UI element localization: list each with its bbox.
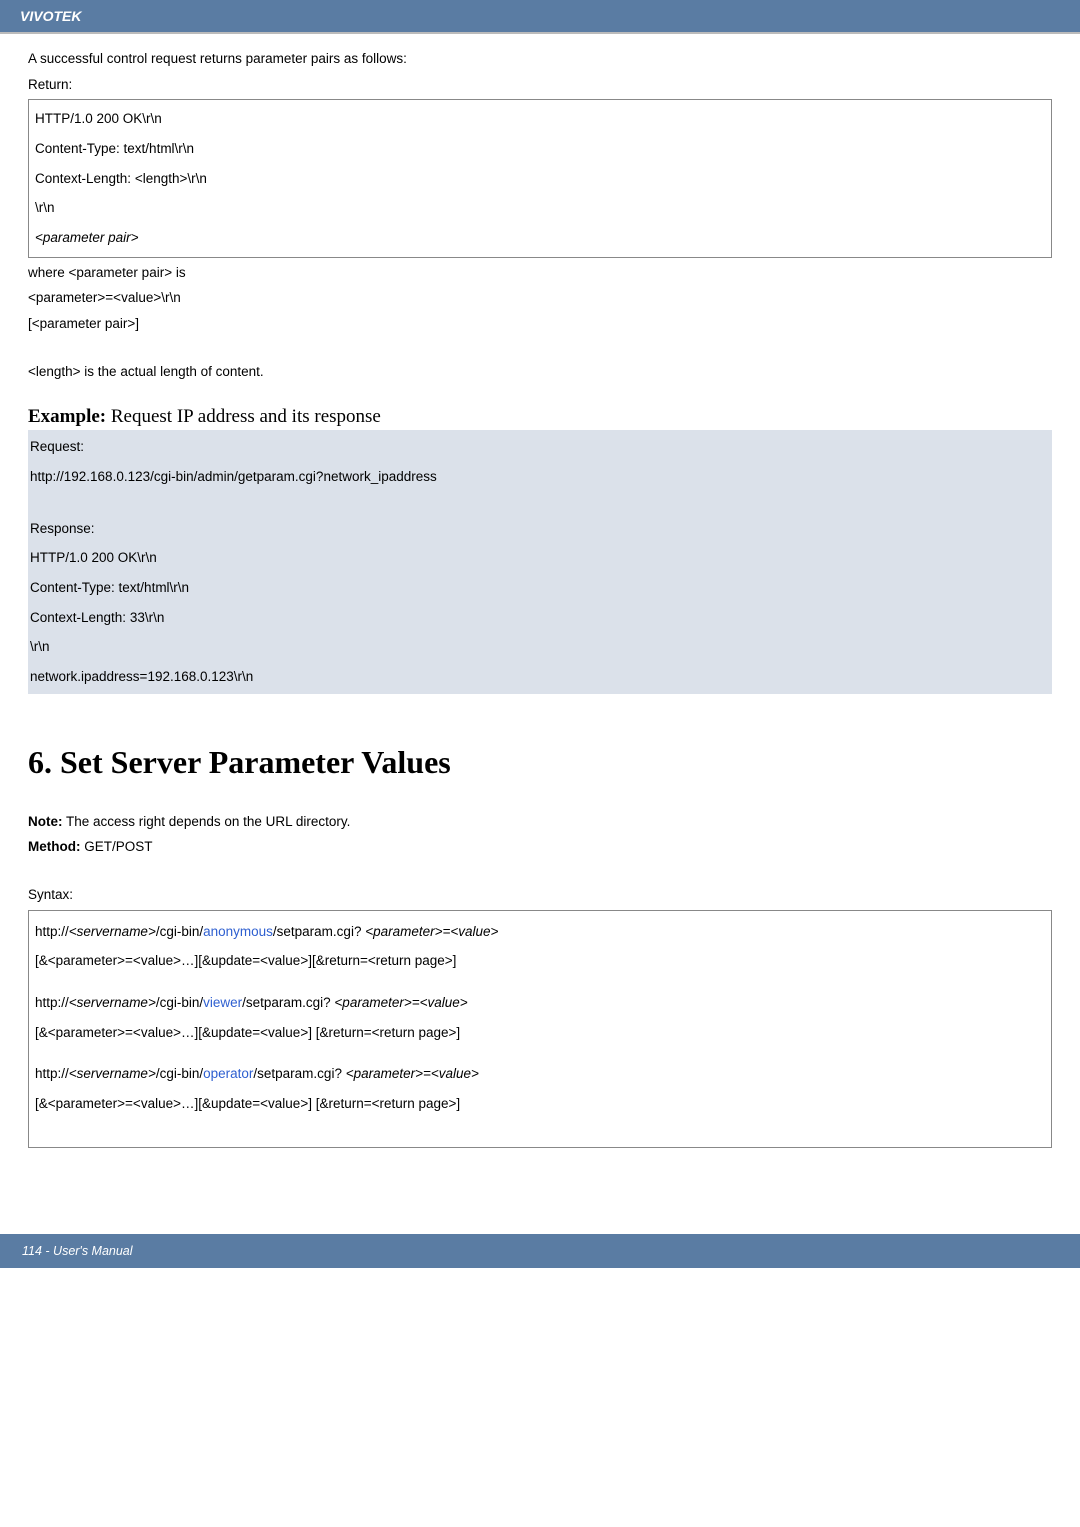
where-l3: [<parameter pair>] <box>28 311 1052 337</box>
example-heading: Example: Request IP address and its resp… <box>28 406 1052 428</box>
method-label: Method: <box>28 839 80 854</box>
return-l5: <parameter pair> <box>35 223 1045 253</box>
param-value: <parameter>=<value> <box>365 924 498 939</box>
url-post: /setparam.cgi? <box>253 1066 345 1081</box>
role-viewer: viewer <box>203 995 242 1010</box>
return-l1: HTTP/1.0 200 OK\r\n <box>35 104 1045 134</box>
request-label: Request: <box>30 432 1050 462</box>
return-l3: Context-Length: <length>\r\n <box>35 164 1045 194</box>
syntax-operator-2: [&<parameter>=<value>…][&update=<value>]… <box>35 1089 1045 1119</box>
syntax-operator-1: http://<servername>/cgi-bin/operator/set… <box>35 1059 1045 1089</box>
url-prefix: http:// <box>35 924 69 939</box>
page-footer: 114 - User's Manual <box>0 1234 1080 1268</box>
param-value: <parameter>=<value> <box>346 1066 479 1081</box>
param-value: <parameter>=<value> <box>334 995 467 1010</box>
where-l2: <parameter>=<value>\r\n <box>28 285 1052 311</box>
spacer <box>35 976 1045 988</box>
servername: <servername> <box>69 924 156 939</box>
footer-text: 114 - User's Manual <box>22 1244 133 1258</box>
note-line: Note: The access right depends on the UR… <box>28 809 1052 835</box>
response-label: Response: <box>30 514 1050 544</box>
return-l4: \r\n <box>35 193 1045 223</box>
resp-l3: Context-Length: 33\r\n <box>30 603 1050 633</box>
brand-label: VIVOTEK <box>20 8 81 24</box>
note-label: Note: <box>28 814 63 829</box>
syntax-anon-2: [&<parameter>=<value>…][&update=<value>]… <box>35 946 1045 976</box>
return-box: HTTP/1.0 200 OK\r\n Content-Type: text/h… <box>28 99 1052 257</box>
url-post: /setparam.cgi? <box>273 924 365 939</box>
method-line: Method: GET/POST <box>28 834 1052 860</box>
syntax-viewer-1: http://<servername>/cgi-bin/viewer/setpa… <box>35 988 1045 1018</box>
where-l4: <length> is the actual length of content… <box>28 359 1052 385</box>
return-l2: Content-Type: text/html\r\n <box>35 134 1045 164</box>
url-prefix: http:// <box>35 995 69 1010</box>
syntax-box: http://<servername>/cgi-bin/anonymous/se… <box>28 910 1052 1148</box>
intro-line: A successful control request returns par… <box>28 46 1052 72</box>
syntax-label: Syntax: <box>28 882 1052 908</box>
example-bold: Example: <box>28 406 106 427</box>
syntax-anon-1: http://<servername>/cgi-bin/anonymous/se… <box>35 917 1045 947</box>
spacer <box>28 337 1052 359</box>
url-mid: /cgi-bin/ <box>156 924 203 939</box>
section-6-title: 6. Set Server Parameter Values <box>28 744 1052 781</box>
spacer <box>30 492 1050 514</box>
servername: <servername> <box>69 1066 156 1081</box>
url-mid: /cgi-bin/ <box>156 1066 203 1081</box>
role-anonymous: anonymous <box>203 924 273 939</box>
url-prefix: http:// <box>35 1066 69 1081</box>
method-text: GET/POST <box>80 839 152 854</box>
resp-l2: Content-Type: text/html\r\n <box>30 573 1050 603</box>
example-rest: Request IP address and its response <box>106 406 381 427</box>
resp-l4: \r\n <box>30 632 1050 662</box>
page-content: A successful control request returns par… <box>0 34 1080 1190</box>
return-label: Return: <box>28 72 1052 98</box>
resp-l1: HTTP/1.0 200 OK\r\n <box>30 543 1050 573</box>
resp-l5: network.ipaddress=192.168.0.123\r\n <box>30 662 1050 692</box>
spacer <box>28 860 1052 882</box>
note-text: The access right depends on the URL dire… <box>63 814 351 829</box>
where-l1: where <parameter pair> is <box>28 260 1052 286</box>
url-post: /setparam.cgi? <box>242 995 334 1010</box>
url-mid: /cgi-bin/ <box>156 995 203 1010</box>
role-operator: operator <box>203 1066 253 1081</box>
example-block: Request: http://192.168.0.123/cgi-bin/ad… <box>28 430 1052 694</box>
request-url: http://192.168.0.123/cgi-bin/admin/getpa… <box>30 462 1050 492</box>
servername: <servername> <box>69 995 156 1010</box>
spacer <box>35 1047 1045 1059</box>
syntax-viewer-2: [&<parameter>=<value>…][&update=<value>]… <box>35 1018 1045 1048</box>
page-header: VIVOTEK <box>0 0 1080 34</box>
